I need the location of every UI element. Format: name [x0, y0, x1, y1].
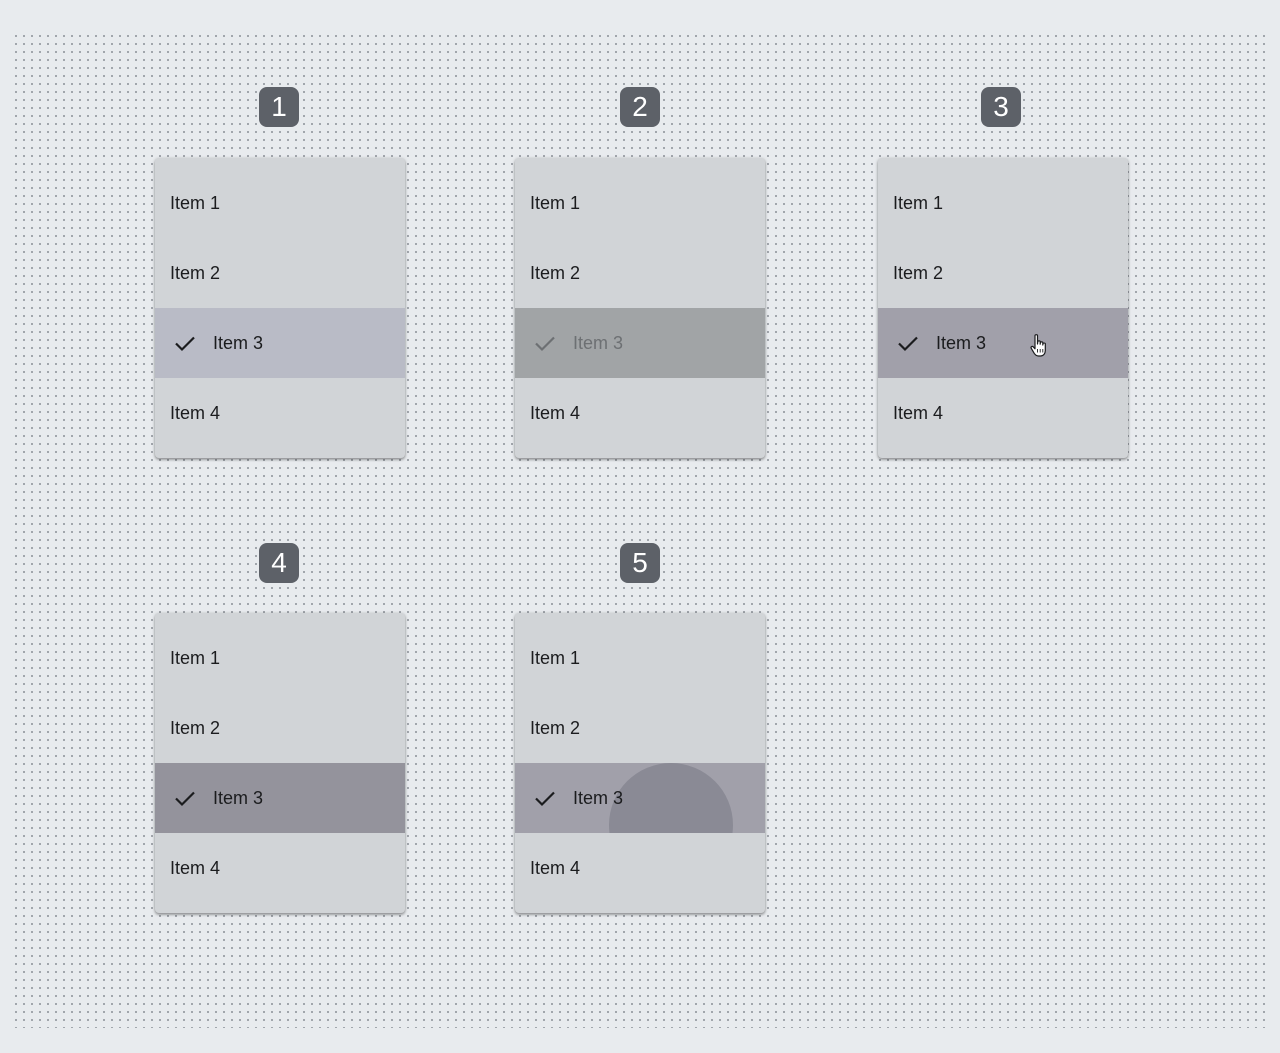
menu-item-3-selected[interactable]: Item 3: [155, 308, 405, 378]
check-icon: [896, 331, 920, 355]
menu-item-4[interactable]: Item 4: [515, 378, 765, 448]
menu-item-3-focused[interactable]: Item 3: [155, 763, 405, 833]
menu-item-label: Item 3: [213, 332, 264, 353]
menu-item-4[interactable]: Item 4: [155, 378, 405, 448]
menu-item-2[interactable]: Item 2: [515, 238, 765, 308]
menu-item-label: Item 1: [170, 647, 221, 668]
menu-item-label: Item 2: [170, 262, 221, 283]
state-badge-5: 5: [620, 543, 660, 583]
check-icon: [173, 331, 197, 355]
menu-item-label: Item 3: [213, 787, 264, 808]
menu-item-3-disabled: Item 3: [515, 308, 765, 378]
menu-item-1[interactable]: Item 1: [878, 168, 1128, 238]
menu-item-4[interactable]: Item 4: [878, 378, 1128, 448]
menu-item-label: Item 4: [530, 857, 581, 878]
menu-item-label: Item 2: [170, 717, 221, 738]
state-badge-4: 4: [259, 543, 299, 583]
menu-item-label: Item 3: [573, 332, 624, 353]
menu-item-1[interactable]: Item 1: [155, 623, 405, 693]
check-icon: [533, 331, 557, 355]
check-icon: [533, 786, 557, 810]
menu-enabled: Item 1 Item 2 Item 3 Item 4: [155, 158, 405, 458]
menu-item-label: Item 4: [893, 402, 944, 423]
state-badge-3: 3: [981, 87, 1021, 127]
menu-focused: Item 1 Item 2 Item 3 Item 4: [155, 613, 405, 913]
state-badge-1: 1: [259, 87, 299, 127]
menu-item-4[interactable]: Item 4: [515, 833, 765, 903]
menu-item-label: Item 1: [893, 192, 944, 213]
menu-hovered: Item 1 Item 2 Item 3 Item 4: [878, 158, 1128, 458]
menu-pressed: Item 1 Item 2 Item 3 Item 4: [515, 613, 765, 913]
menu-disabled: Item 1 Item 2 Item 3 Item 4: [515, 158, 765, 458]
menu-item-label: Item 1: [530, 192, 581, 213]
menu-item-label: Item 2: [530, 717, 581, 738]
menu-item-label: Item 4: [170, 857, 221, 878]
menu-item-2[interactable]: Item 2: [515, 693, 765, 763]
menu-item-label: Item 2: [893, 262, 944, 283]
menu-item-label: Item 3: [573, 787, 624, 808]
hand-pointer-icon: [1029, 333, 1051, 359]
canvas: 1 2 3 4 5 Item 1 Item 2 Item 3 Item 4 It…: [0, 0, 1280, 1053]
menu-item-2[interactable]: Item 2: [155, 693, 405, 763]
menu-item-1[interactable]: Item 1: [515, 623, 765, 693]
menu-item-1[interactable]: Item 1: [515, 168, 765, 238]
check-icon: [173, 786, 197, 810]
menu-item-label: Item 2: [530, 262, 581, 283]
menu-item-2[interactable]: Item 2: [155, 238, 405, 308]
menu-item-label: Item 4: [530, 402, 581, 423]
state-badge-2: 2: [620, 87, 660, 127]
menu-item-label: Item 1: [530, 647, 581, 668]
ripple-effect: [609, 763, 733, 833]
menu-item-3-hovered[interactable]: Item 3: [878, 308, 1128, 378]
menu-item-1[interactable]: Item 1: [155, 168, 405, 238]
menu-item-label: Item 4: [170, 402, 221, 423]
menu-item-4[interactable]: Item 4: [155, 833, 405, 903]
menu-item-3-pressed[interactable]: Item 3: [515, 763, 765, 833]
menu-item-2[interactable]: Item 2: [878, 238, 1128, 308]
menu-item-label: Item 3: [936, 332, 987, 353]
menu-item-label: Item 1: [170, 192, 221, 213]
